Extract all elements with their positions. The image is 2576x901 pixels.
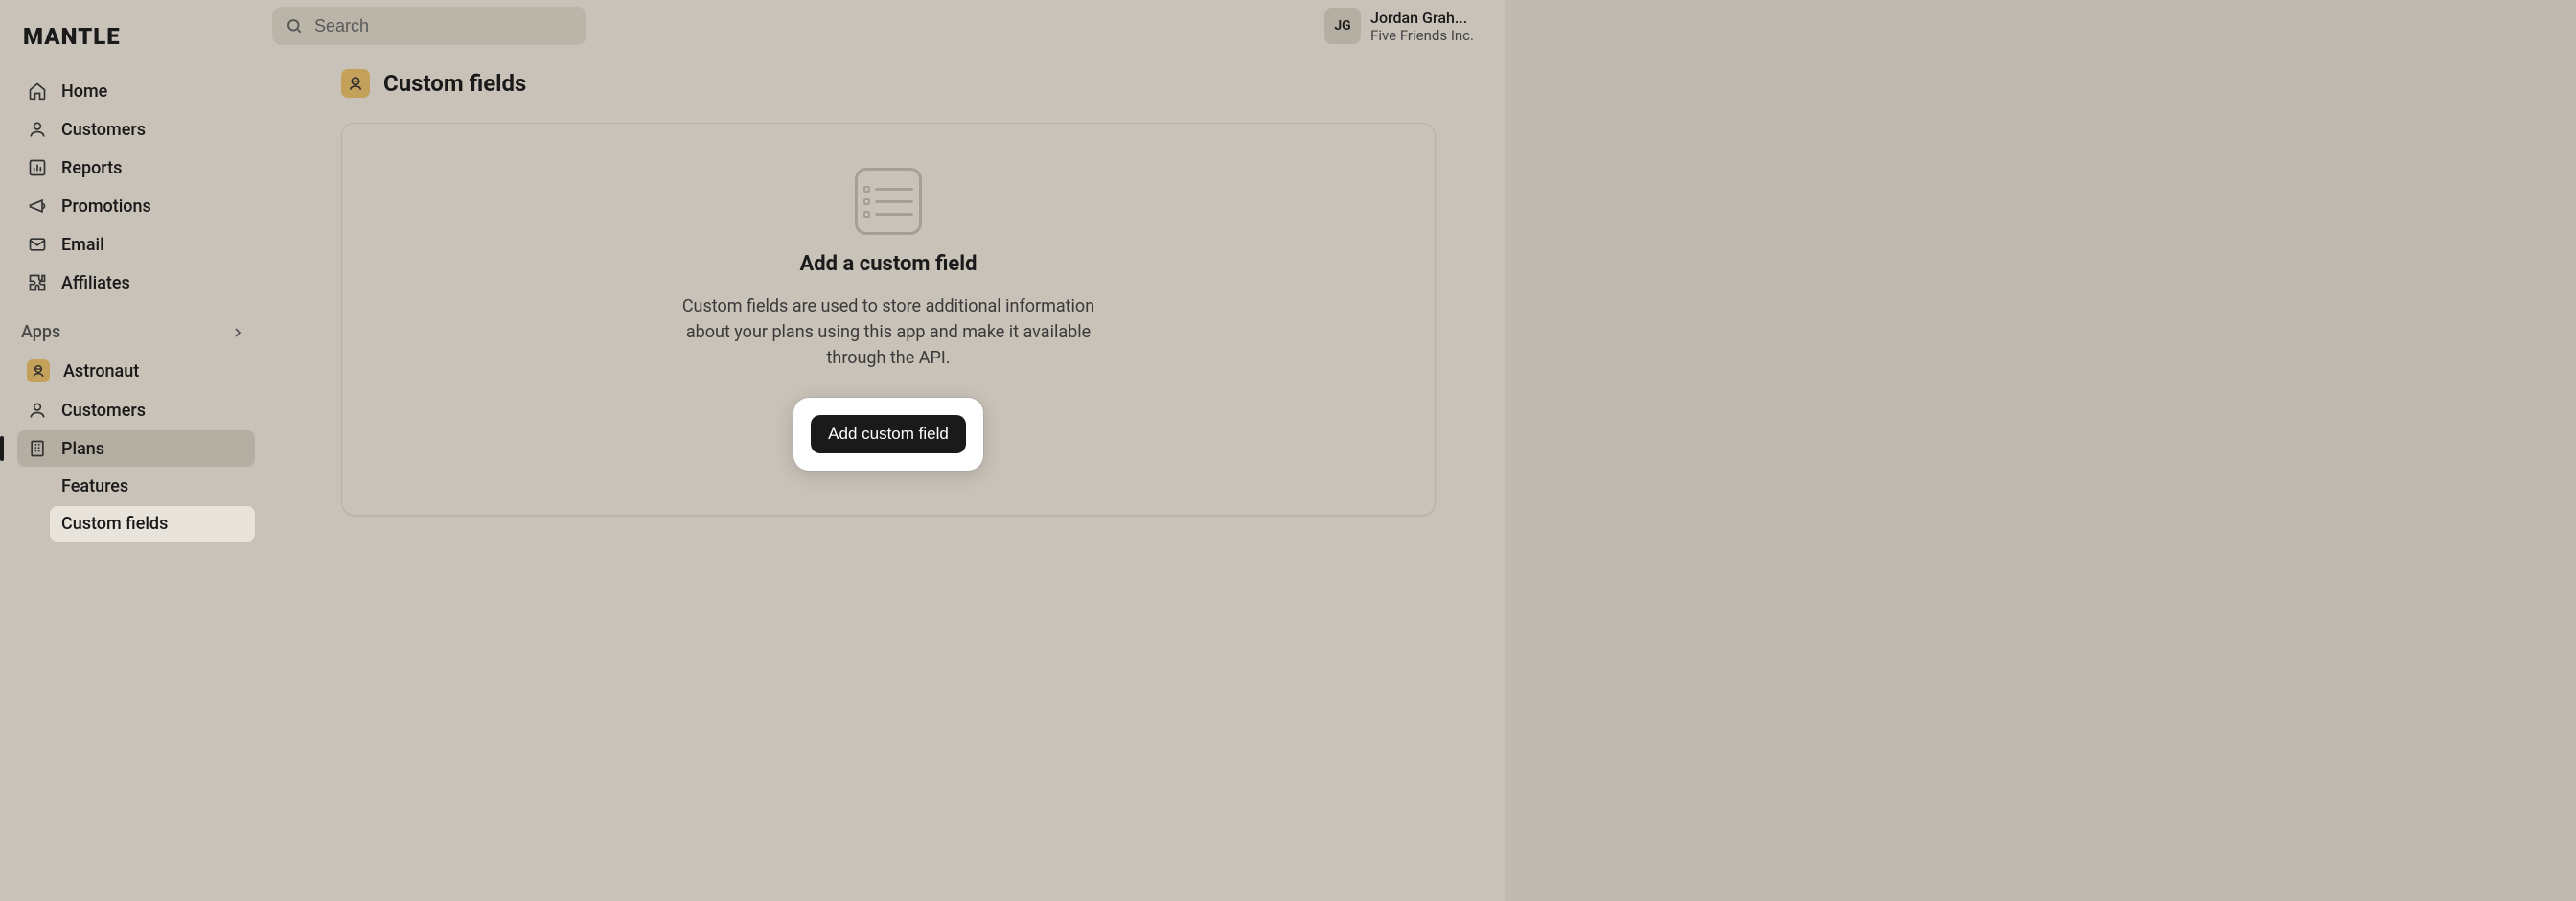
sidebar-item-customers[interactable]: Customers xyxy=(17,111,255,148)
search-input[interactable] xyxy=(314,16,573,36)
sidebar-item-affiliates[interactable]: Affiliates xyxy=(17,265,255,301)
puzzle-icon xyxy=(27,272,48,293)
sidebar-item-app-customers[interactable]: Customers xyxy=(17,392,255,428)
sidebar-subitem-features[interactable]: Features xyxy=(50,469,255,504)
mail-icon xyxy=(27,234,48,255)
chart-icon xyxy=(27,157,48,178)
page-content: Custom fields Add a custom field Custom … xyxy=(272,52,1505,516)
section-label: Apps xyxy=(21,322,60,342)
cta-highlight: Add custom field xyxy=(794,398,983,471)
sidebar-item-email[interactable]: Email xyxy=(17,226,255,263)
list-icon xyxy=(855,168,922,235)
sidebar-item-plans[interactable]: Plans xyxy=(17,430,255,467)
topbar: JG Jordan Grah... Five Friends Inc. xyxy=(272,0,1505,52)
sidebar-app-astronaut[interactable]: Astronaut xyxy=(17,352,255,390)
empty-state-description: Custom fields are used to store addition… xyxy=(658,293,1118,371)
home-icon xyxy=(27,81,48,102)
sidebar-item-label: Customers xyxy=(61,120,146,140)
astronaut-icon xyxy=(27,359,50,382)
astronaut-icon xyxy=(341,69,370,98)
add-custom-field-button[interactable]: Add custom field xyxy=(811,415,966,453)
brand-logo: MANTLE xyxy=(17,17,255,73)
sidebar-item-label: Promotions xyxy=(61,196,151,217)
megaphone-icon xyxy=(27,196,48,217)
sidebar-item-label: Astronaut xyxy=(63,361,139,381)
sidebar-item-reports[interactable]: Reports xyxy=(17,150,255,186)
empty-state-card: Add a custom field Custom fields are use… xyxy=(341,123,1436,516)
sidebar-section-apps[interactable]: Apps xyxy=(17,303,255,352)
avatar: JG xyxy=(1324,8,1361,44)
blank-area xyxy=(1505,0,2576,901)
sidebar-item-label: Reports xyxy=(61,158,122,178)
sidebar-item-label: Customers xyxy=(61,401,146,421)
sidebar-item-label: Affiliates xyxy=(61,273,130,293)
sidebar: MANTLE Home Customers Reports Promotions xyxy=(0,0,272,901)
chevron-right-icon xyxy=(230,325,245,340)
user-org: Five Friends Inc. xyxy=(1370,27,1474,44)
search-box[interactable] xyxy=(272,7,586,45)
sidebar-item-label: Email xyxy=(61,235,104,255)
user-menu[interactable]: JG Jordan Grah... Five Friends Inc. xyxy=(1324,8,1474,44)
sidebar-subitem-custom-fields[interactable]: Custom fields xyxy=(50,506,255,542)
page-title: Custom fields xyxy=(383,70,526,97)
sidebar-item-label: Plans xyxy=(61,439,104,459)
user-icon xyxy=(27,400,48,421)
empty-state-title: Add a custom field xyxy=(800,252,978,276)
building-icon xyxy=(27,438,48,459)
search-icon xyxy=(286,17,303,35)
sidebar-item-label: Home xyxy=(61,81,107,102)
user-icon xyxy=(27,119,48,140)
user-name: Jordan Grah... xyxy=(1370,9,1474,27)
sidebar-item-home[interactable]: Home xyxy=(17,73,255,109)
sidebar-item-promotions[interactable]: Promotions xyxy=(17,188,255,224)
